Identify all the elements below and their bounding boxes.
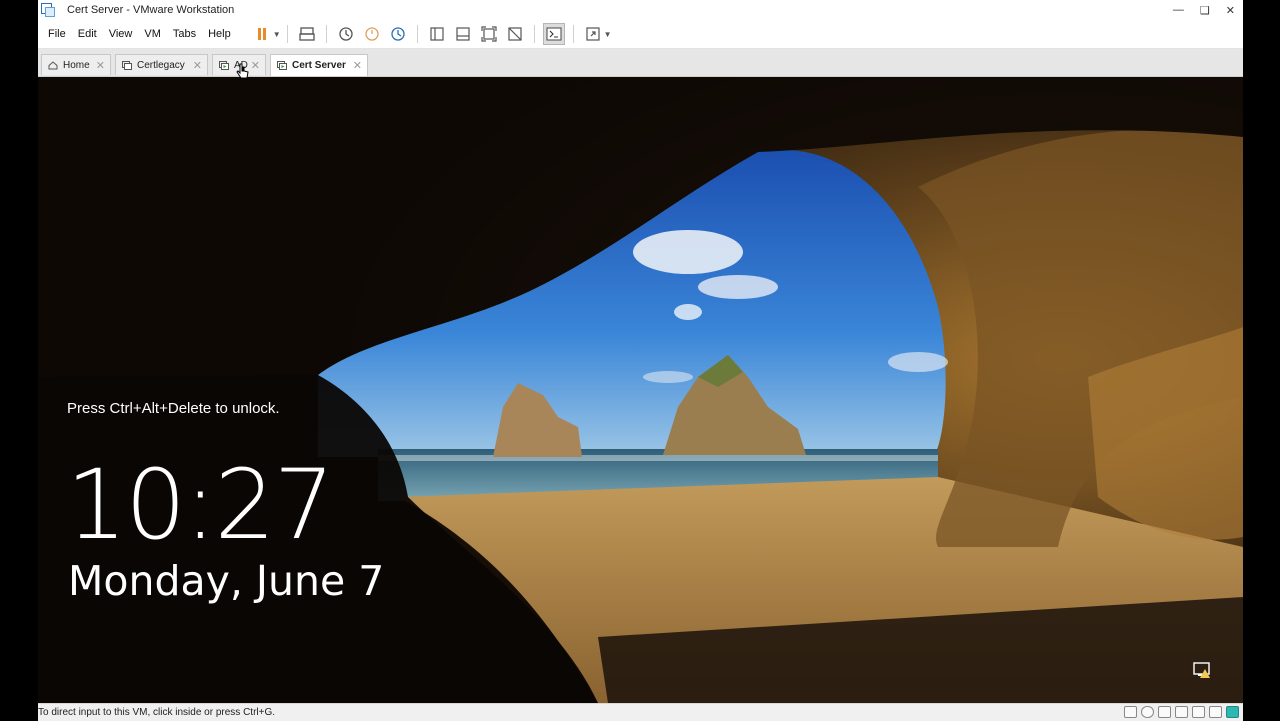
clock-icon <box>339 27 353 41</box>
vmware-window: Cert Server - VMware Workstation — ❑ ✕ F… <box>38 0 1243 721</box>
menu-help[interactable]: Help <box>202 28 237 40</box>
unlock-prompt: Press Ctrl+Alt+Delete to unlock. <box>67 400 280 417</box>
sidebar-icon <box>430 27 444 41</box>
menu-edit[interactable]: Edit <box>72 28 103 40</box>
revert-snapshot-button[interactable] <box>361 23 383 45</box>
status-text: To direct input to this VM, click inside… <box>38 707 276 718</box>
thumbnail-icon <box>456 27 470 41</box>
title-bar: Cert Server - VMware Workstation — ❑ ✕ <box>38 0 1243 20</box>
vmware-app-icon <box>41 3 55 17</box>
stretch-icon <box>586 27 600 41</box>
tab-close-icon[interactable]: ✕ <box>96 59 105 72</box>
snapshot-manager-icon <box>391 27 405 41</box>
lock-date: Monday, June 7 <box>68 557 385 605</box>
tab-close-icon[interactable]: ✕ <box>251 59 260 72</box>
home-icon <box>48 60 58 69</box>
fullscreen-icon <box>481 26 497 42</box>
lockscreen-background <box>38 77 1243 703</box>
cd-dvd-icon[interactable] <box>1141 706 1154 718</box>
send-ctrl-alt-del-button[interactable] <box>296 23 318 45</box>
show-library-button[interactable] <box>426 23 448 45</box>
close-button[interactable]: ✕ <box>1226 4 1235 17</box>
toolbar: ▼ ▼ <box>249 23 612 45</box>
tab-cert-server[interactable]: Cert Server ✕ <box>270 54 368 76</box>
tab-close-icon[interactable]: ✕ <box>353 59 362 72</box>
lock-clock: 10:27 <box>66 449 335 561</box>
network-adapter-icon[interactable] <box>1158 706 1171 718</box>
show-thumbnail-button[interactable] <box>452 23 474 45</box>
status-bar: To direct input to this VM, click inside… <box>38 703 1243 721</box>
device-status-icons <box>1124 706 1239 718</box>
tab-close-icon[interactable]: ✕ <box>193 59 202 72</box>
sound-icon[interactable] <box>1209 706 1222 718</box>
tab-bar: Home ✕ Certlegacy ✕ AD ✕ Cert Server ✕ <box>38 49 1243 77</box>
revert-icon <box>365 27 379 41</box>
menu-vm[interactable]: VM <box>138 28 167 40</box>
vm-running-icon <box>277 61 287 70</box>
hard-disk-icon[interactable] <box>1124 706 1137 718</box>
vm-running-icon <box>219 60 229 70</box>
snapshot-manager-button[interactable] <box>387 23 409 45</box>
usb-icon[interactable] <box>1175 706 1188 718</box>
vm-icon <box>122 60 132 70</box>
minimize-button[interactable]: — <box>1173 4 1184 16</box>
vm-console[interactable]: Press Ctrl+Alt+Delete to unlock. 10:27 M… <box>38 77 1243 703</box>
chevron-down-icon[interactable]: ▼ <box>273 30 281 39</box>
maximize-button[interactable]: ❑ <box>1200 4 1210 17</box>
tab-home[interactable]: Home ✕ <box>41 54 111 75</box>
unity-button[interactable] <box>504 23 526 45</box>
menu-bar: File Edit View VM Tabs Help ▼ ▼ <box>38 20 1243 49</box>
full-screen-button[interactable] <box>478 23 500 45</box>
console-view-button[interactable] <box>542 23 565 45</box>
network-icon[interactable] <box>1193 661 1213 679</box>
menu-file[interactable]: File <box>42 28 72 40</box>
tab-certlegacy[interactable]: Certlegacy ✕ <box>115 54 208 75</box>
message-log-icon[interactable] <box>1226 706 1239 718</box>
window-title: Cert Server - VMware Workstation <box>67 4 235 16</box>
chevron-down-icon[interactable]: ▼ <box>604 30 612 39</box>
stretch-guest-button[interactable] <box>582 23 604 45</box>
keyboard-icon <box>299 27 315 41</box>
unity-icon <box>508 27 522 41</box>
console-icon <box>546 27 562 41</box>
suspend-button[interactable] <box>251 23 273 45</box>
printer-icon[interactable] <box>1192 706 1205 718</box>
menu-view[interactable]: View <box>103 28 139 40</box>
hand-cursor-icon <box>236 63 249 79</box>
menu-tabs[interactable]: Tabs <box>167 28 202 40</box>
snapshot-button[interactable] <box>335 23 357 45</box>
